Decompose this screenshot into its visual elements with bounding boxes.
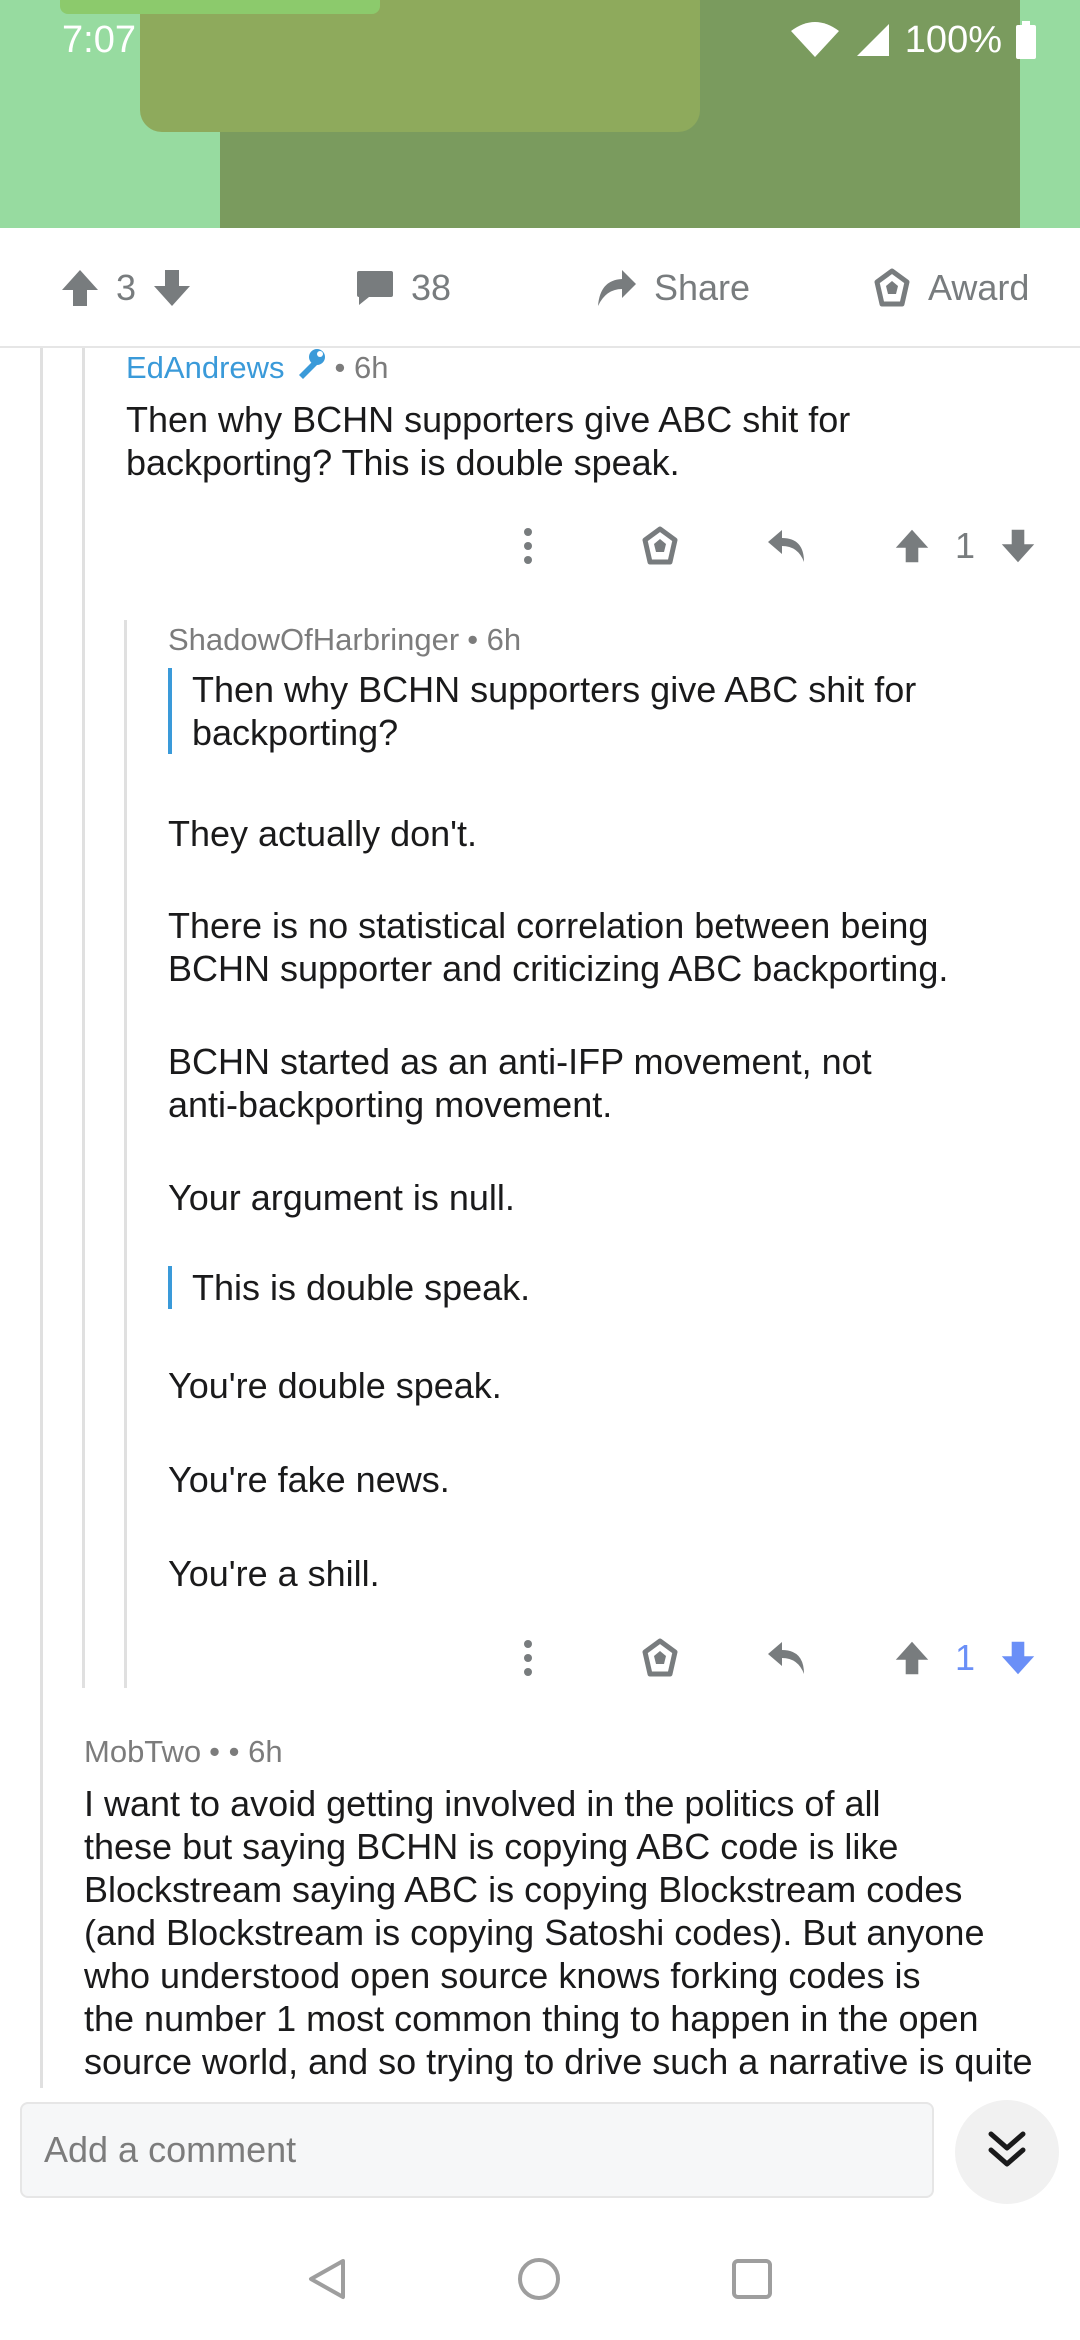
thread-rail-level3 bbox=[124, 620, 127, 1688]
comment-author[interactable]: ShadowOfHarbringer bbox=[168, 622, 459, 658]
quote-line: Then why BCHN supporters give ABC shit f… bbox=[192, 669, 917, 710]
back-icon[interactable] bbox=[307, 2257, 347, 2301]
paragraph-line: BCHN started as an anti-IFP movement, no… bbox=[168, 1041, 872, 1082]
comments-button[interactable]: 38 bbox=[355, 228, 451, 348]
comment-meta: EdAndrews • 6h bbox=[126, 348, 388, 388]
comment-paragraph: You're double speak. bbox=[168, 1365, 502, 1406]
status-bar: 7:07 100% bbox=[0, 0, 1080, 80]
comment-bubble-icon bbox=[355, 269, 395, 307]
comment-toolbar: 1 bbox=[0, 516, 1080, 576]
double-chevron-down-icon bbox=[985, 2128, 1029, 2177]
comment-line: backporting? This is double speak. bbox=[126, 442, 680, 483]
comment-score: 1 bbox=[955, 525, 976, 566]
share-label: Share bbox=[654, 267, 751, 308]
comment-meta: ShadowOfHarbringer • 6h bbox=[168, 620, 521, 660]
comment-paragraph: Your argument is null. bbox=[168, 1177, 515, 1218]
reply-icon[interactable] bbox=[766, 516, 808, 576]
comment-paragraph: You're a shill. bbox=[168, 1553, 380, 1594]
system-nav-bar bbox=[0, 2218, 1080, 2340]
award-button[interactable]: Award bbox=[872, 228, 1029, 348]
comment-paragraph: You're fake news. bbox=[168, 1459, 450, 1500]
post-score: 3 bbox=[116, 267, 137, 308]
comment-composer: Add a comment bbox=[0, 2088, 1080, 2218]
upvote-icon[interactable] bbox=[894, 1628, 930, 1688]
status-time: 7:07 bbox=[62, 18, 136, 61]
comment-line: these but saying BCHN is copying ABC cod… bbox=[84, 1826, 899, 1867]
comment-line: I want to avoid getting involved in the … bbox=[84, 1783, 881, 1824]
comment-meta: MobTwo • • 6h bbox=[84, 1732, 283, 1772]
battery-percent: 100% bbox=[904, 18, 1002, 61]
comment-count: 38 bbox=[411, 267, 452, 308]
signal-icon bbox=[855, 22, 891, 58]
comment-body: I want to avoid getting involved in the … bbox=[84, 1782, 1074, 2083]
paragraph-line: BCHN supporter and criticizing ABC backp… bbox=[168, 948, 949, 989]
downvote-icon-active[interactable] bbox=[1000, 1628, 1036, 1688]
add-comment-input[interactable]: Add a comment bbox=[20, 2102, 934, 2198]
upvote-icon[interactable] bbox=[894, 516, 930, 576]
award-label: Award bbox=[928, 267, 1030, 308]
comment-body: Then why BCHN supporters give ABC shit f… bbox=[126, 398, 1026, 484]
thread-rail-level1 bbox=[40, 348, 43, 2088]
comment-line: Blockstream saying ABC is copying Blocks… bbox=[84, 1869, 963, 1910]
comment-toolbar: 1 bbox=[0, 1628, 1080, 1688]
downvote-icon[interactable] bbox=[1000, 516, 1036, 576]
post-action-bar: 3 38 Share Award bbox=[0, 228, 1080, 348]
comment-line: the number 1 most common thing to happen… bbox=[84, 1998, 979, 2039]
comment-line: Then why BCHN supporters give ABC shit f… bbox=[126, 399, 851, 440]
comment-thread: EdAndrews • 6h Then why BCHN supporters … bbox=[0, 348, 1080, 2088]
recents-icon[interactable] bbox=[731, 2258, 773, 2300]
block-quote: Then why BCHN supporters give ABC shit f… bbox=[168, 668, 1028, 754]
award-icon[interactable] bbox=[640, 516, 680, 576]
reply-icon[interactable] bbox=[766, 1628, 808, 1688]
share-button[interactable]: Share bbox=[596, 228, 750, 348]
award-icon bbox=[872, 268, 912, 308]
battery-icon bbox=[1016, 21, 1036, 59]
more-options-icon[interactable] bbox=[522, 516, 534, 576]
comment-paragraph: There is no statistical correlation betw… bbox=[168, 904, 1068, 990]
upvote-icon[interactable] bbox=[60, 268, 100, 308]
comment-line: source world, and so trying to drive suc… bbox=[84, 2041, 1033, 2082]
post-vote-group: 3 bbox=[60, 228, 192, 348]
comment-author[interactable]: EdAndrews bbox=[126, 350, 285, 386]
quote-line: This is double speak. bbox=[192, 1267, 531, 1308]
paragraph-line: anti-backporting movement. bbox=[168, 1084, 613, 1125]
block-quote: This is double speak. bbox=[168, 1266, 1028, 1309]
comment-time: • 6h bbox=[334, 350, 389, 385]
comment-time: • 6h bbox=[467, 622, 522, 657]
collapse-thread-button[interactable] bbox=[955, 2100, 1059, 2204]
more-options-icon[interactable] bbox=[522, 1628, 534, 1688]
comment-paragraph: They actually don't. bbox=[168, 813, 478, 854]
downvote-icon[interactable] bbox=[152, 268, 192, 308]
wifi-icon bbox=[789, 21, 841, 59]
moderator-wrench-icon bbox=[293, 348, 327, 389]
comment-paragraph: BCHN started as an anti-IFP movement, no… bbox=[168, 1040, 1068, 1126]
share-arrow-icon bbox=[596, 268, 638, 308]
comment-line: (and Blockstream is copying Satoshi code… bbox=[84, 1912, 985, 1953]
comment-author[interactable]: MobTwo bbox=[84, 1734, 201, 1770]
comment-time: • • 6h bbox=[209, 1734, 283, 1769]
comment-line: who understood open source knows forking… bbox=[84, 1955, 921, 1996]
award-icon[interactable] bbox=[640, 1628, 680, 1688]
home-icon[interactable] bbox=[517, 2257, 561, 2301]
quote-line: backporting? bbox=[192, 712, 399, 753]
paragraph-line: There is no statistical correlation betw… bbox=[168, 905, 929, 946]
comment-score: 1 bbox=[955, 1637, 976, 1678]
